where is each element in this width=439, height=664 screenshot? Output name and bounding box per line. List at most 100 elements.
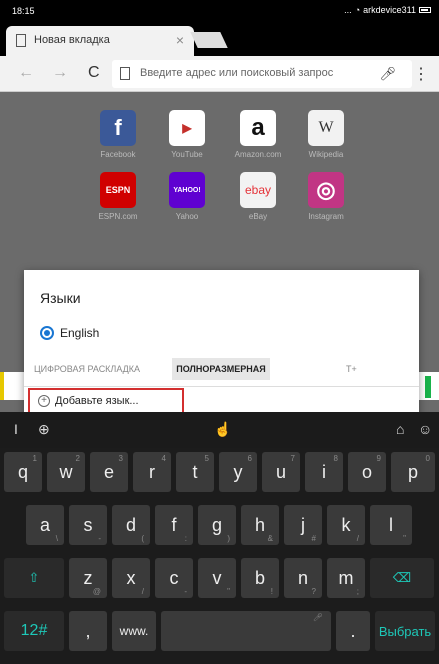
key-www[interactable]: www. (112, 611, 156, 651)
key-g[interactable]: g) (198, 505, 236, 545)
tile-label: Yahoo (175, 212, 199, 221)
plus-circle-icon: + (38, 395, 50, 407)
battery-icon (419, 7, 431, 13)
key-b[interactable]: b! (241, 558, 279, 598)
radio-selected-icon[interactable] (40, 326, 54, 340)
key-r[interactable]: r4 (133, 452, 171, 492)
globe-icon[interactable]: ⊕ (38, 421, 50, 438)
omnibox[interactable]: Введите адрес или поисковый запрос 🎤︎ (112, 60, 412, 88)
menu-icon[interactable]: ⋮ (413, 64, 429, 84)
key-comma[interactable]: , (69, 611, 107, 651)
key-a[interactable]: a \ (26, 505, 64, 545)
key-u[interactable]: u7 (262, 452, 300, 492)
wifi-icon: ◔ (354, 5, 361, 15)
layout-option-full[interactable]: ПОЛНОРАЗМЕРНАЯ (172, 358, 270, 380)
tab-new[interactable]: Новая вкладка × (6, 26, 194, 56)
key-i[interactable]: i8 (305, 452, 343, 492)
key-c[interactable]: c- (155, 558, 193, 598)
mic-icon[interactable]: 🎤︎ (379, 66, 396, 82)
key-row-3: ⇧ z @ x / c- v " b! n? m; ⌫ (0, 558, 439, 600)
cursor-icon[interactable]: I (14, 421, 18, 437)
key-l[interactable]: l " (370, 505, 412, 545)
tile-yahoo[interactable]: YAHOO! Yahoo (157, 172, 217, 221)
wifi-name: arkdevice311 (363, 5, 416, 15)
tab-title: Новая вкладка (34, 34, 110, 46)
tile-ebay[interactable]: ebay eBay (228, 172, 288, 221)
key-t[interactable]: t5 (176, 452, 214, 492)
key-y[interactable]: y6 (219, 452, 257, 492)
language-label: English (60, 326, 100, 340)
side-accent-green (425, 376, 431, 398)
tile-label: eBay (248, 212, 268, 221)
page-icon (120, 67, 130, 80)
tile-facebook[interactable]: f Facebook (88, 110, 148, 159)
status-bar: 18:15 ... ◔ arkdevice311 (0, 0, 439, 20)
key-m[interactable]: m; (327, 558, 365, 598)
shift-key[interactable]: ⇧ (4, 558, 64, 598)
gesture-icon[interactable]: ☝ (214, 421, 231, 438)
key-q[interactable]: q1 (4, 452, 42, 492)
add-language-label: Добавьте язык... (55, 395, 139, 407)
key-s[interactable]: s- (69, 505, 107, 545)
shift-icon: ⇧ (28, 570, 40, 585)
layout-option-t-plus[interactable]: T+ (346, 358, 357, 380)
key-o[interactable]: o9 (348, 452, 386, 492)
space-key[interactable]: 🎤︎ (161, 611, 331, 651)
tile-espn[interactable]: ESPN ESPN.com (88, 172, 148, 221)
keyboard: I ⊕ ☝ ⌂ ☺ q1 w2 e3 r4 t5 y6 u7 i8 o9 p0 … (0, 412, 439, 664)
layout-selector: ЦИФРОВАЯ РАСКЛАДКА ПОЛНОРАЗМЕРНАЯ T+ (24, 354, 419, 382)
select-action-key[interactable]: Выбрать (375, 611, 435, 651)
tile-label: YouTube (171, 150, 203, 159)
tile-wikipedia[interactable]: W Wikipedia (296, 110, 356, 159)
add-language-button[interactable]: + Добавьте язык... (28, 388, 184, 414)
key-j[interactable]: j # (284, 505, 322, 545)
status-icons: ... ◔ arkdevice311 (344, 5, 431, 15)
key-w[interactable]: w2 (47, 452, 85, 492)
ebay-icon: ebay (240, 172, 276, 208)
keyboard-toolbar: I ⊕ ☝ ⌂ ☺ (0, 412, 439, 448)
key-f[interactable]: f: (155, 505, 193, 545)
key-row-2: a \ s- d( f: g) h & j # k / l " (0, 505, 439, 547)
mode-key[interactable]: 12# (4, 611, 64, 651)
side-accent-yellow (0, 372, 4, 400)
layout-option-numeric[interactable]: ЦИФРОВАЯ РАСКЛАДКА (34, 358, 140, 380)
key-period[interactable]: . (336, 611, 370, 651)
key-v[interactable]: v " (198, 558, 236, 598)
shirt-icon[interactable]: ⌂ (396, 421, 404, 437)
tile-label: Wikipedia (308, 150, 344, 159)
key-x[interactable]: x / (112, 558, 150, 598)
close-tab-icon[interactable]: × (176, 32, 184, 48)
key-e[interactable]: e3 (90, 452, 128, 492)
tile-label: ESPN.com (98, 212, 138, 221)
signal-icon: ... (344, 5, 352, 15)
key-h[interactable]: h & (241, 505, 279, 545)
mic-icon: 🎤︎ (312, 613, 323, 622)
yahoo-icon: YAHOO! (169, 172, 205, 208)
address-bar: ← → C Введите адрес или поисковый запрос… (0, 56, 439, 92)
key-k[interactable]: k / (327, 505, 365, 545)
backspace-icon: ⌫ (392, 570, 412, 585)
forward-icon[interactable]: → (52, 64, 68, 82)
tile-instagram[interactable]: ◎ Instagram (296, 172, 356, 221)
key-n[interactable]: n? (284, 558, 322, 598)
page-icon (16, 34, 26, 47)
youtube-icon: ▶ (169, 110, 205, 146)
omnibox-input[interactable]: Введите адрес или поисковый запрос (140, 67, 333, 79)
backspace-key[interactable]: ⌫ (370, 558, 434, 598)
tile-youtube[interactable]: ▶ YouTube (157, 110, 217, 159)
amazon-icon: a (240, 110, 276, 146)
key-p[interactable]: p0 (391, 452, 435, 492)
key-d[interactable]: d( (112, 505, 150, 545)
new-tab-button[interactable] (190, 32, 228, 48)
language-option-english[interactable]: English (40, 326, 99, 340)
tab-strip: Новая вкладка × (0, 20, 439, 56)
tile-label: Amazon.com (234, 150, 282, 159)
tile-label: Instagram (308, 212, 344, 221)
key-z[interactable]: z @ (69, 558, 107, 598)
tile-amazon[interactable]: a Amazon.com (228, 110, 288, 159)
instagram-icon: ◎ (308, 172, 344, 208)
emoji-icon[interactable]: ☺ (418, 421, 432, 437)
facebook-icon: f (100, 110, 136, 146)
reload-icon[interactable]: C (88, 64, 100, 82)
back-icon[interactable]: ← (18, 64, 34, 82)
